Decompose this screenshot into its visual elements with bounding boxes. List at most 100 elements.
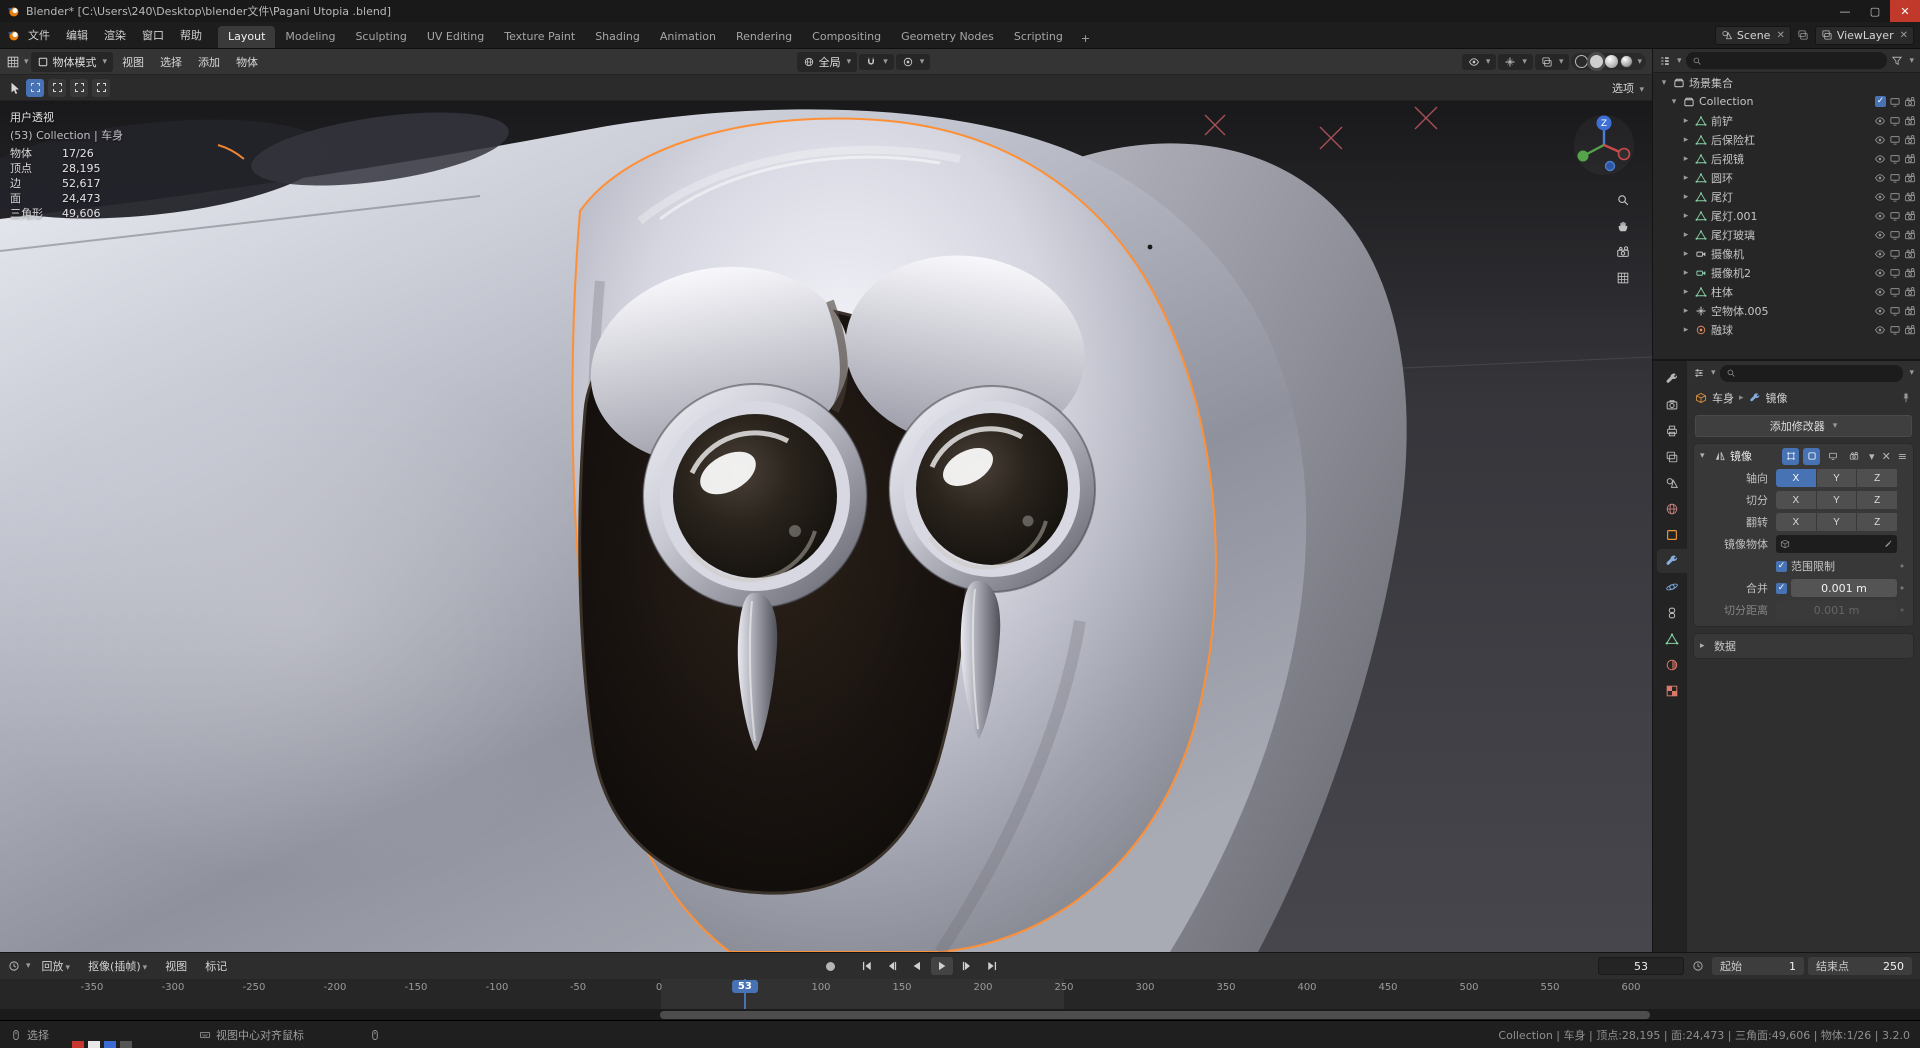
axis-toggle-button[interactable]: X [1776,469,1816,487]
disable-viewports-icon[interactable] [1889,115,1901,127]
scene-collection-row[interactable]: ▾ 场景集合 [1653,73,1920,92]
flip-toggle-button[interactable]: Y [1816,513,1857,531]
workspace-tab[interactable]: UV Editing [417,26,494,48]
hide-in-viewport-icon[interactable] [1874,305,1886,317]
outliner-item[interactable]: ▸ 摄像机 [1653,244,1920,263]
expand-arrow-icon[interactable]: ▸ [1681,249,1691,259]
collection-row[interactable]: ▾ Collection ✓ [1653,92,1920,111]
flip-toggle-button[interactable]: X [1776,513,1816,531]
show-on-cage-button[interactable] [1803,447,1821,465]
tool-options-dropdown[interactable]: 选项 ▾ [1612,80,1644,96]
ortho-grid-icon[interactable] [1616,271,1630,285]
jump-to-start-button[interactable] [856,957,878,975]
outliner-item[interactable]: ▸ 后视镜 [1653,149,1920,168]
disable-viewports-icon[interactable] [1889,305,1901,317]
outliner-item[interactable]: ▸ 摄像机2 [1653,263,1920,282]
properties-tab[interactable] [1657,575,1687,599]
menu-item[interactable]: 窗口 [134,24,172,46]
hide-in-viewport-icon[interactable] [1874,286,1886,298]
expand-arrow-icon[interactable]: ▸ [1681,116,1691,126]
show-realtime-button[interactable] [1824,448,1841,465]
scene-unlink-icon[interactable]: ✕ [1776,30,1784,41]
merge-checkbox[interactable]: ✓ [1776,582,1787,594]
menu-item[interactable]: 编辑 [58,24,96,46]
current-frame-field[interactable]: 53 [1598,957,1684,975]
bisect-toggle-button[interactable]: X [1776,491,1816,509]
properties-tab[interactable] [1657,471,1687,495]
select-extend-mode-button[interactable] [48,78,66,97]
play-button[interactable] [930,957,953,975]
properties-tab[interactable] [1657,445,1687,469]
workspace-tab[interactable]: Rendering [726,26,802,48]
modifier-name[interactable]: 镜像 [1730,448,1778,464]
disable-viewports-icon[interactable] [1889,267,1901,279]
outliner-item[interactable]: ▸ 圆环 [1653,168,1920,187]
expand-arrow-icon[interactable]: ▸ [1681,173,1691,183]
workspace-tab[interactable]: Geometry Nodes [891,26,1004,48]
mode-selector[interactable]: 物体模式 ▾ [30,51,114,72]
properties-tab[interactable] [1657,367,1687,391]
disable-viewports-icon[interactable] [1889,172,1901,184]
disable-render-icon[interactable] [1904,305,1916,317]
3d-viewport[interactable]: 用户透视 (53) Collection | 车身 物体 17/26 顶点 28… [0,101,1652,952]
disable-render-icon[interactable] [1904,210,1916,222]
clipping-checkbox[interactable]: ✓ [1776,560,1787,572]
disable-viewports-icon[interactable] [1889,324,1901,336]
menu-item[interactable]: 帮助 [172,24,210,46]
viewport-menu-item[interactable]: 添加 [191,51,227,73]
expand-arrow-icon[interactable]: ▸ [1681,211,1691,221]
hide-in-viewport-icon[interactable] [1874,191,1886,203]
outliner-item[interactable]: ▸ 尾灯玻璃 [1653,225,1920,244]
disable-viewports-icon[interactable] [1889,191,1901,203]
outliner-item[interactable]: ▸ 融球 [1653,320,1920,339]
active-tool-cursor-icon[interactable] [8,81,22,95]
menu-item[interactable]: 渲染 [96,24,134,46]
outliner-editor-icon[interactable] [1659,55,1671,67]
camera-view-icon[interactable] [1616,245,1630,259]
disable-viewports-icon[interactable] [1889,96,1901,108]
disable-viewports-icon[interactable] [1889,229,1901,241]
axis-toggle-button[interactable]: Y [1816,469,1857,487]
navigation-gizmo[interactable]: Z [1572,113,1636,177]
axis-toggle-button[interactable]: Z [1857,469,1898,487]
next-keyframe-button[interactable] [956,957,978,975]
modifier-panel-header[interactable]: ▾ 镜像 ▾ ✕ ≡ [1694,444,1913,468]
select-box-mode-button[interactable] [26,78,44,97]
expand-arrow-icon[interactable]: ▸ [1700,641,1710,651]
eyedropper-icon[interactable] [1883,539,1893,549]
play-reverse-button[interactable] [906,957,928,975]
disable-render-icon[interactable] [1904,153,1916,165]
expand-arrow-icon[interactable]: ▸ [1681,230,1691,240]
disable-viewports-icon[interactable] [1889,153,1901,165]
properties-tab[interactable] [1657,523,1687,547]
show-in-editmode-button[interactable] [1782,447,1800,465]
expand-arrow-icon[interactable]: ▾ [1659,78,1669,88]
properties-tab[interactable] [1657,393,1687,417]
merge-threshold-field[interactable]: 0.001 m [1791,579,1897,597]
hide-in-viewport-icon[interactable] [1874,210,1886,222]
jump-to-end-button[interactable] [981,957,1003,975]
hide-in-viewport-icon[interactable] [1874,115,1886,127]
properties-search-input[interactable] [1719,364,1904,382]
select-subtract-mode-button[interactable] [70,78,88,97]
prev-keyframe-button[interactable] [881,957,903,975]
editor-type-icon[interactable] [6,55,20,69]
modifier-drag-handle[interactable]: ≡ [1898,450,1907,463]
outliner-item[interactable]: ▸ 前铲 [1653,111,1920,130]
expand-arrow-icon[interactable]: ▾ [1669,97,1679,107]
bisect-distance-field[interactable]: 0.001 m [1776,601,1897,619]
modifier-remove-icon[interactable]: ✕ [1882,450,1891,463]
breadcrumb-object[interactable]: 车身 [1712,390,1734,406]
disable-viewports-icon[interactable] [1889,248,1901,260]
add-modifier-button[interactable]: 添加修改器 ▾ [1695,415,1912,437]
modifier-extras-icon[interactable]: ▾ [1869,450,1875,463]
disable-render-icon[interactable] [1904,229,1916,241]
viewport-menu-item[interactable]: 视图 [115,51,151,73]
workspace-tab[interactable]: Shading [585,26,650,48]
pan-hand-icon[interactable] [1616,219,1630,233]
disable-render-icon[interactable] [1904,172,1916,184]
use-preview-range-icon[interactable] [1692,960,1704,972]
bisect-toggle-button[interactable]: Y [1816,491,1857,509]
disable-render-icon[interactable] [1904,248,1916,260]
properties-tab[interactable] [1657,549,1687,573]
